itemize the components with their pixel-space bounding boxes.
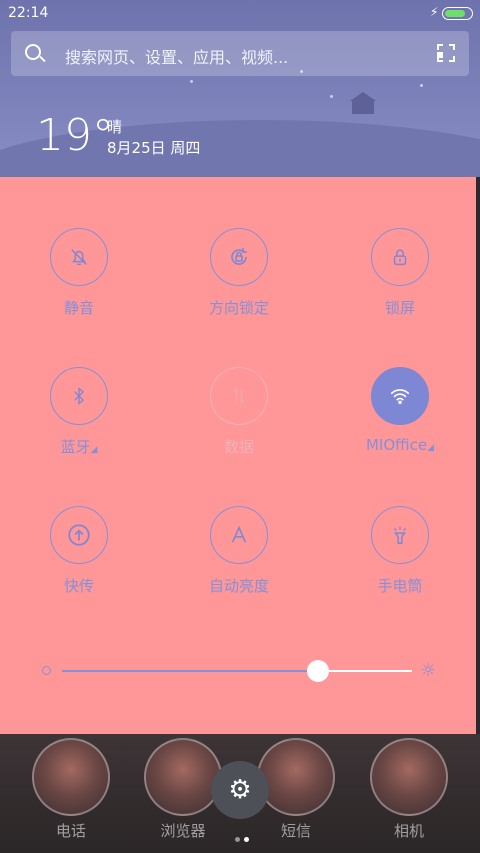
bell-off-icon: [50, 228, 108, 286]
brightness-track[interactable]: [62, 670, 412, 672]
status-time: 22:14: [8, 5, 49, 21]
flashlight-icon: [371, 506, 429, 564]
lock-icon: [371, 228, 429, 286]
scan-icon[interactable]: [437, 44, 455, 62]
house-decoration: [350, 92, 376, 114]
mobile-data-icon: [210, 367, 268, 425]
weather-date: 8月25日 周四: [107, 139, 201, 157]
toggle-rotation-lock[interactable]: 方向锁定: [179, 228, 299, 318]
temperature: 19°: [36, 110, 114, 161]
status-bar: 22:14 ⚡: [0, 0, 480, 26]
toggle-label: 静音: [63, 299, 94, 317]
toggle-label: 蓝牙◢: [60, 438, 98, 456]
toggle-label: 手电筒: [377, 577, 423, 595]
search-icon: [25, 44, 41, 60]
app-icon-camera: [370, 738, 448, 816]
page-dot-active: [244, 837, 249, 842]
toggle-flashlight[interactable]: 手电筒: [340, 506, 460, 596]
brightness-thumb[interactable]: [306, 660, 329, 682]
app-label: 相机: [393, 822, 424, 840]
weather-condition: 晴: [107, 118, 123, 136]
app-label: 浏览器: [160, 822, 206, 840]
toggle-label: 锁屏: [384, 299, 415, 317]
app-camera[interactable]: 相机: [364, 738, 454, 841]
app-icon-messages: [257, 738, 335, 816]
toggle-mute[interactable]: 静音: [19, 228, 139, 318]
app-label: 电话: [55, 822, 86, 840]
page-indicator: [233, 827, 251, 846]
search-bar[interactable]: 搜索网页、设置、应用、视频...: [11, 31, 469, 76]
bluetooth-icon: [50, 367, 108, 425]
toggle-label: 方向锁定: [208, 299, 269, 317]
toggle-lock-screen[interactable]: 锁屏: [340, 228, 460, 318]
settings-button[interactable]: ⚙: [211, 761, 269, 819]
brightness-low-icon: [42, 666, 51, 675]
gear-icon: ⚙: [228, 775, 252, 805]
toggle-quick-transfer[interactable]: 快传: [19, 506, 139, 596]
brightness-high-icon: ☼: [420, 660, 437, 681]
auto-brightness-icon: [210, 506, 268, 564]
bolt-icon: ⚡: [430, 5, 439, 19]
page-dot: [235, 837, 240, 842]
rotation-lock-icon: [210, 228, 268, 286]
toggle-label: 数据: [223, 438, 254, 456]
toggle-mobile-data[interactable]: 数据: [179, 367, 299, 457]
toggle-label: MIOffice◢: [365, 436, 435, 454]
toggle-bluetooth[interactable]: 蓝牙◢: [19, 367, 139, 457]
brightness-fill: [62, 670, 318, 672]
weather-header: 22:14 ⚡ 搜索网页、设置、应用、视频... 19° 晴 8月25日 周四: [0, 0, 480, 177]
toggle-label: 快传: [63, 577, 94, 595]
toggle-auto-brightness[interactable]: 自动亮度: [179, 506, 299, 596]
upload-circle-icon: [50, 506, 108, 564]
app-phone[interactable]: 电话: [26, 738, 116, 841]
search-placeholder: 搜索网页、设置、应用、视频...: [65, 48, 289, 67]
wifi-icon: [371, 367, 429, 425]
app-label: 短信: [280, 822, 311, 840]
app-icon-browser: [144, 738, 222, 816]
app-icon-phone: [32, 738, 110, 816]
toggle-wifi[interactable]: MIOffice◢: [340, 367, 460, 454]
toggle-label: 自动亮度: [208, 577, 269, 595]
brightness-slider[interactable]: ☼: [42, 660, 442, 684]
battery-icon: [442, 7, 473, 20]
